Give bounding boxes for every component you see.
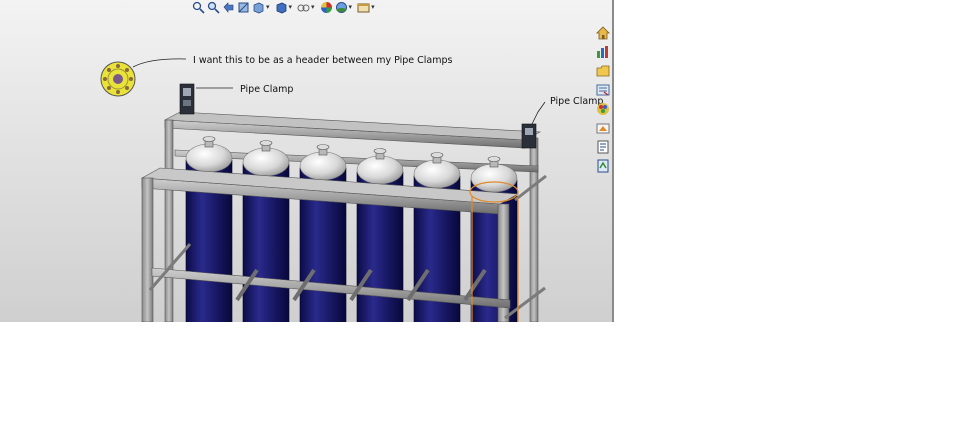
zoom-to-fit-icon[interactable] [192,1,205,14]
task-pane-tabs [594,24,612,175]
gas-cylinder[interactable] [299,144,347,323]
cylinder-rack-model[interactable] [0,0,612,322]
section-view-icon[interactable] [237,1,250,14]
file-explorer-icon[interactable] [594,81,612,99]
heads-up-view-toolbar: ▾ ▾ ▾ ▾ ▾ [192,0,378,14]
viewport-edge [612,0,614,322]
custom-properties-icon[interactable] [594,138,612,156]
pipe-clamp-label-left: Pipe Clamp [240,84,294,95]
gas-cylinder[interactable] [242,140,290,323]
view-settings-icon[interactable]: ▾ [357,1,378,14]
previous-view-icon[interactable] [222,1,235,14]
hide-show-items-icon[interactable]: ▾ [297,1,318,14]
gas-cylinder[interactable] [185,136,233,323]
appearances-icon[interactable] [594,119,612,137]
home-icon[interactable] [594,24,612,42]
header-note: I want this to be as a header between my… [193,55,453,66]
pipe-clamp-right[interactable] [521,123,537,149]
view-orientation-icon[interactable]: ▾ [252,1,273,14]
edit-appearance-icon[interactable] [320,1,333,14]
view-palette-icon[interactable] [594,100,612,118]
graphics-area[interactable]: I want this to be as a header between my… [0,0,612,322]
document-recovery-icon[interactable] [594,157,612,175]
zoom-to-area-icon[interactable] [207,1,220,14]
display-style-icon[interactable]: ▾ [275,1,296,14]
design-library-icon[interactable] [594,62,612,80]
pipe-clamp-left[interactable] [179,83,195,115]
resources-icon[interactable] [594,43,612,61]
header-part-icon[interactable] [100,61,136,97]
apply-scene-icon[interactable]: ▾ [335,1,356,14]
